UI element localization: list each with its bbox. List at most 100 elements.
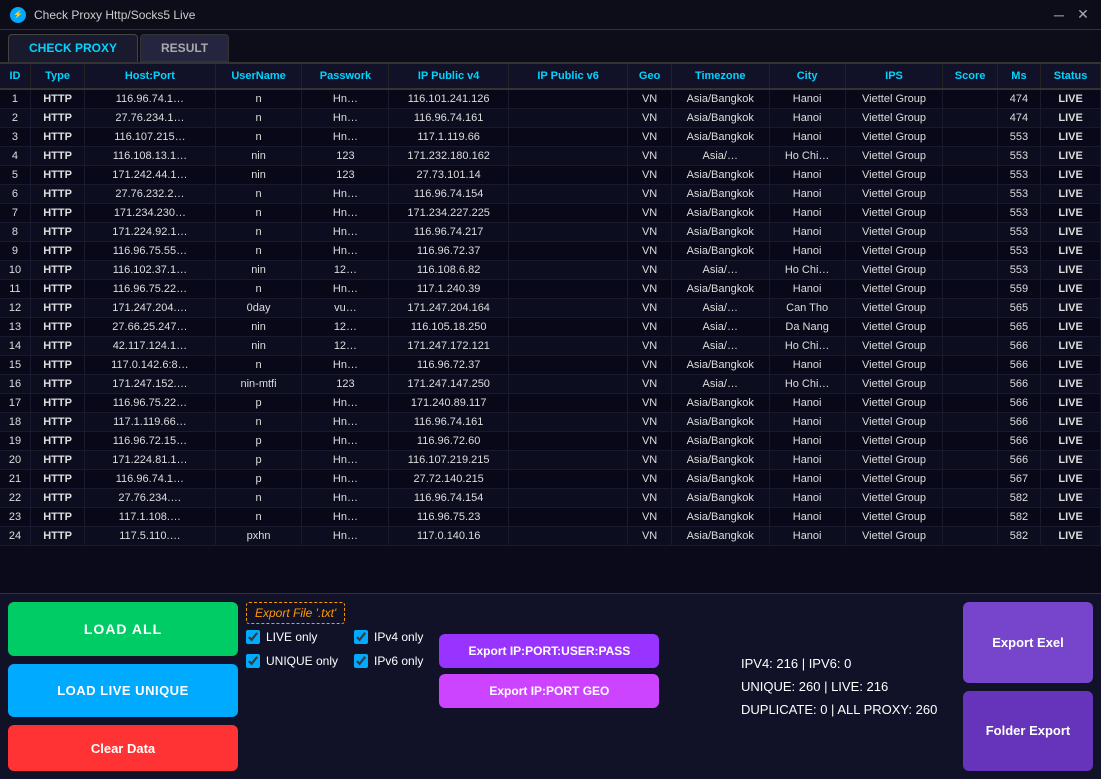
table-cell: HTTP: [30, 451, 84, 470]
load-all-button[interactable]: LOAD ALL: [8, 602, 238, 656]
ipv6-only-checkbox-label[interactable]: IPv6 only: [354, 654, 423, 668]
table-cell: [508, 166, 628, 185]
table-cell: 23: [0, 508, 30, 527]
table-cell: [943, 527, 997, 546]
proxy-table-container[interactable]: ID Type Host:Port UserName Passwork IP P…: [0, 64, 1101, 594]
table-cell: 14: [0, 337, 30, 356]
table-cell: LIVE: [1041, 261, 1101, 280]
table-cell: HTTP: [30, 318, 84, 337]
table-cell: VN: [628, 508, 671, 527]
live-only-label: LIVE only: [266, 630, 317, 644]
col-header-geo: Geo: [628, 64, 671, 89]
unique-only-checkbox-label[interactable]: UNIQUE only: [246, 654, 338, 668]
table-cell: 19: [0, 432, 30, 451]
ipv4-only-checkbox[interactable]: [354, 630, 368, 644]
table-cell: Asia/Bangkok: [671, 166, 769, 185]
export-ip-port-user-pass-button[interactable]: Export IP:PORT:USER:PASS: [439, 634, 659, 668]
table-cell: 12…: [302, 261, 389, 280]
folder-export-button[interactable]: Folder Export: [963, 691, 1093, 772]
table-cell: Asia/…: [671, 318, 769, 337]
table-cell: 117.0.142.6:8…: [85, 356, 215, 375]
table-cell: HTTP: [30, 204, 84, 223]
table-row: 22HTTP27.76.234.…nHn…116.96.74.154VNAsia…: [0, 489, 1101, 508]
table-row: 4HTTP116.108.13.1…nin123171.232.180.162V…: [0, 147, 1101, 166]
table-cell: HTTP: [30, 109, 84, 128]
table-cell: Hanoi: [769, 242, 845, 261]
table-cell: nin: [215, 147, 302, 166]
ipv6-only-checkbox[interactable]: [354, 654, 368, 668]
table-cell: [508, 413, 628, 432]
table-cell: n: [215, 223, 302, 242]
table-row: 24HTTP117.5.110.…pxhnHn…117.0.140.16VNAs…: [0, 527, 1101, 546]
stat-duplicate: DUPLICATE: 0 | ALL PROXY: 260: [741, 702, 939, 717]
table-cell: 116.96.75.23: [389, 508, 509, 527]
table-cell: [508, 109, 628, 128]
table-cell: [508, 261, 628, 280]
table-cell: n: [215, 185, 302, 204]
table-cell: n: [215, 413, 302, 432]
table-cell: 116.105.18.250: [389, 318, 509, 337]
table-cell: [943, 337, 997, 356]
table-cell: VN: [628, 451, 671, 470]
table-cell: LIVE: [1041, 470, 1101, 489]
load-live-unique-button[interactable]: LOAD LIVE UNIQUE: [8, 664, 238, 718]
table-cell: VN: [628, 242, 671, 261]
table-row: 23HTTP117.1.108.…nHn…116.96.75.23VNAsia/…: [0, 508, 1101, 527]
table-cell: 5: [0, 166, 30, 185]
table-cell: n: [215, 280, 302, 299]
table-cell: 116.96.72.15…: [85, 432, 215, 451]
table-cell: [943, 261, 997, 280]
table-cell: Hanoi: [769, 128, 845, 147]
table-cell: Hanoi: [769, 166, 845, 185]
table-row: 3HTTP116.107.215…nHn…117.1.119.66VNAsia/…: [0, 128, 1101, 147]
tab-check-proxy[interactable]: CHECK PROXY: [8, 34, 138, 62]
table-cell: [943, 223, 997, 242]
table-cell: Viettel Group: [845, 451, 943, 470]
col-header-host: Host:Port: [85, 64, 215, 89]
table-cell: HTTP: [30, 413, 84, 432]
table-cell: 553: [997, 242, 1040, 261]
table-cell: 20: [0, 451, 30, 470]
table-cell: Asia/Bangkok: [671, 185, 769, 204]
unique-only-checkbox[interactable]: [246, 654, 260, 668]
table-cell: LIVE: [1041, 185, 1101, 204]
live-only-checkbox-label[interactable]: LIVE only: [246, 630, 338, 644]
table-cell: 474: [997, 109, 1040, 128]
live-only-checkbox[interactable]: [246, 630, 260, 644]
table-cell: [508, 242, 628, 261]
table-cell: 171.247.147.250: [389, 375, 509, 394]
table-row: 14HTTP42.117.124.1…nin12…171.247.172.121…: [0, 337, 1101, 356]
table-cell: Hanoi: [769, 280, 845, 299]
table-cell: Hanoi: [769, 508, 845, 527]
table-cell: [943, 413, 997, 432]
table-cell: [943, 489, 997, 508]
table-cell: 116.96.74.161: [389, 109, 509, 128]
table-cell: 553: [997, 166, 1040, 185]
table-row: 6HTTP27.76.232.2…nHn…116.96.74.154VNAsia…: [0, 185, 1101, 204]
table-cell: Hn…: [302, 356, 389, 375]
table-cell: VN: [628, 356, 671, 375]
ipv4-only-checkbox-label[interactable]: IPv4 only: [354, 630, 423, 644]
table-cell: 27.72.140.215: [389, 470, 509, 489]
right-button-group: Export Exel Folder Export: [963, 602, 1093, 771]
minimize-button[interactable]: ─: [1051, 7, 1067, 23]
table-cell: Can Tho: [769, 299, 845, 318]
table-cell: 116.96.74.161: [389, 413, 509, 432]
tab-result[interactable]: RESULT: [140, 34, 229, 62]
table-cell: nin: [215, 261, 302, 280]
table-cell: 116.107.219.215: [389, 451, 509, 470]
table-cell: Hn…: [302, 280, 389, 299]
table-cell: vu…: [302, 299, 389, 318]
table-cell: VN: [628, 299, 671, 318]
table-cell: 553: [997, 223, 1040, 242]
table-cell: Viettel Group: [845, 109, 943, 128]
table-cell: Ho Chi…: [769, 261, 845, 280]
table-cell: 116.96.75.22…: [85, 394, 215, 413]
close-button[interactable]: ✕: [1075, 7, 1091, 23]
export-excel-button[interactable]: Export Exel: [963, 602, 1093, 683]
bottom-panel: LOAD ALL LOAD LIVE UNIQUE Clear Data Exp…: [0, 594, 1101, 779]
table-cell: 566: [997, 394, 1040, 413]
table-cell: 474: [997, 89, 1040, 109]
clear-data-button[interactable]: Clear Data: [8, 725, 238, 771]
export-ip-port-geo-button[interactable]: Export IP:PORT GEO: [439, 674, 659, 708]
